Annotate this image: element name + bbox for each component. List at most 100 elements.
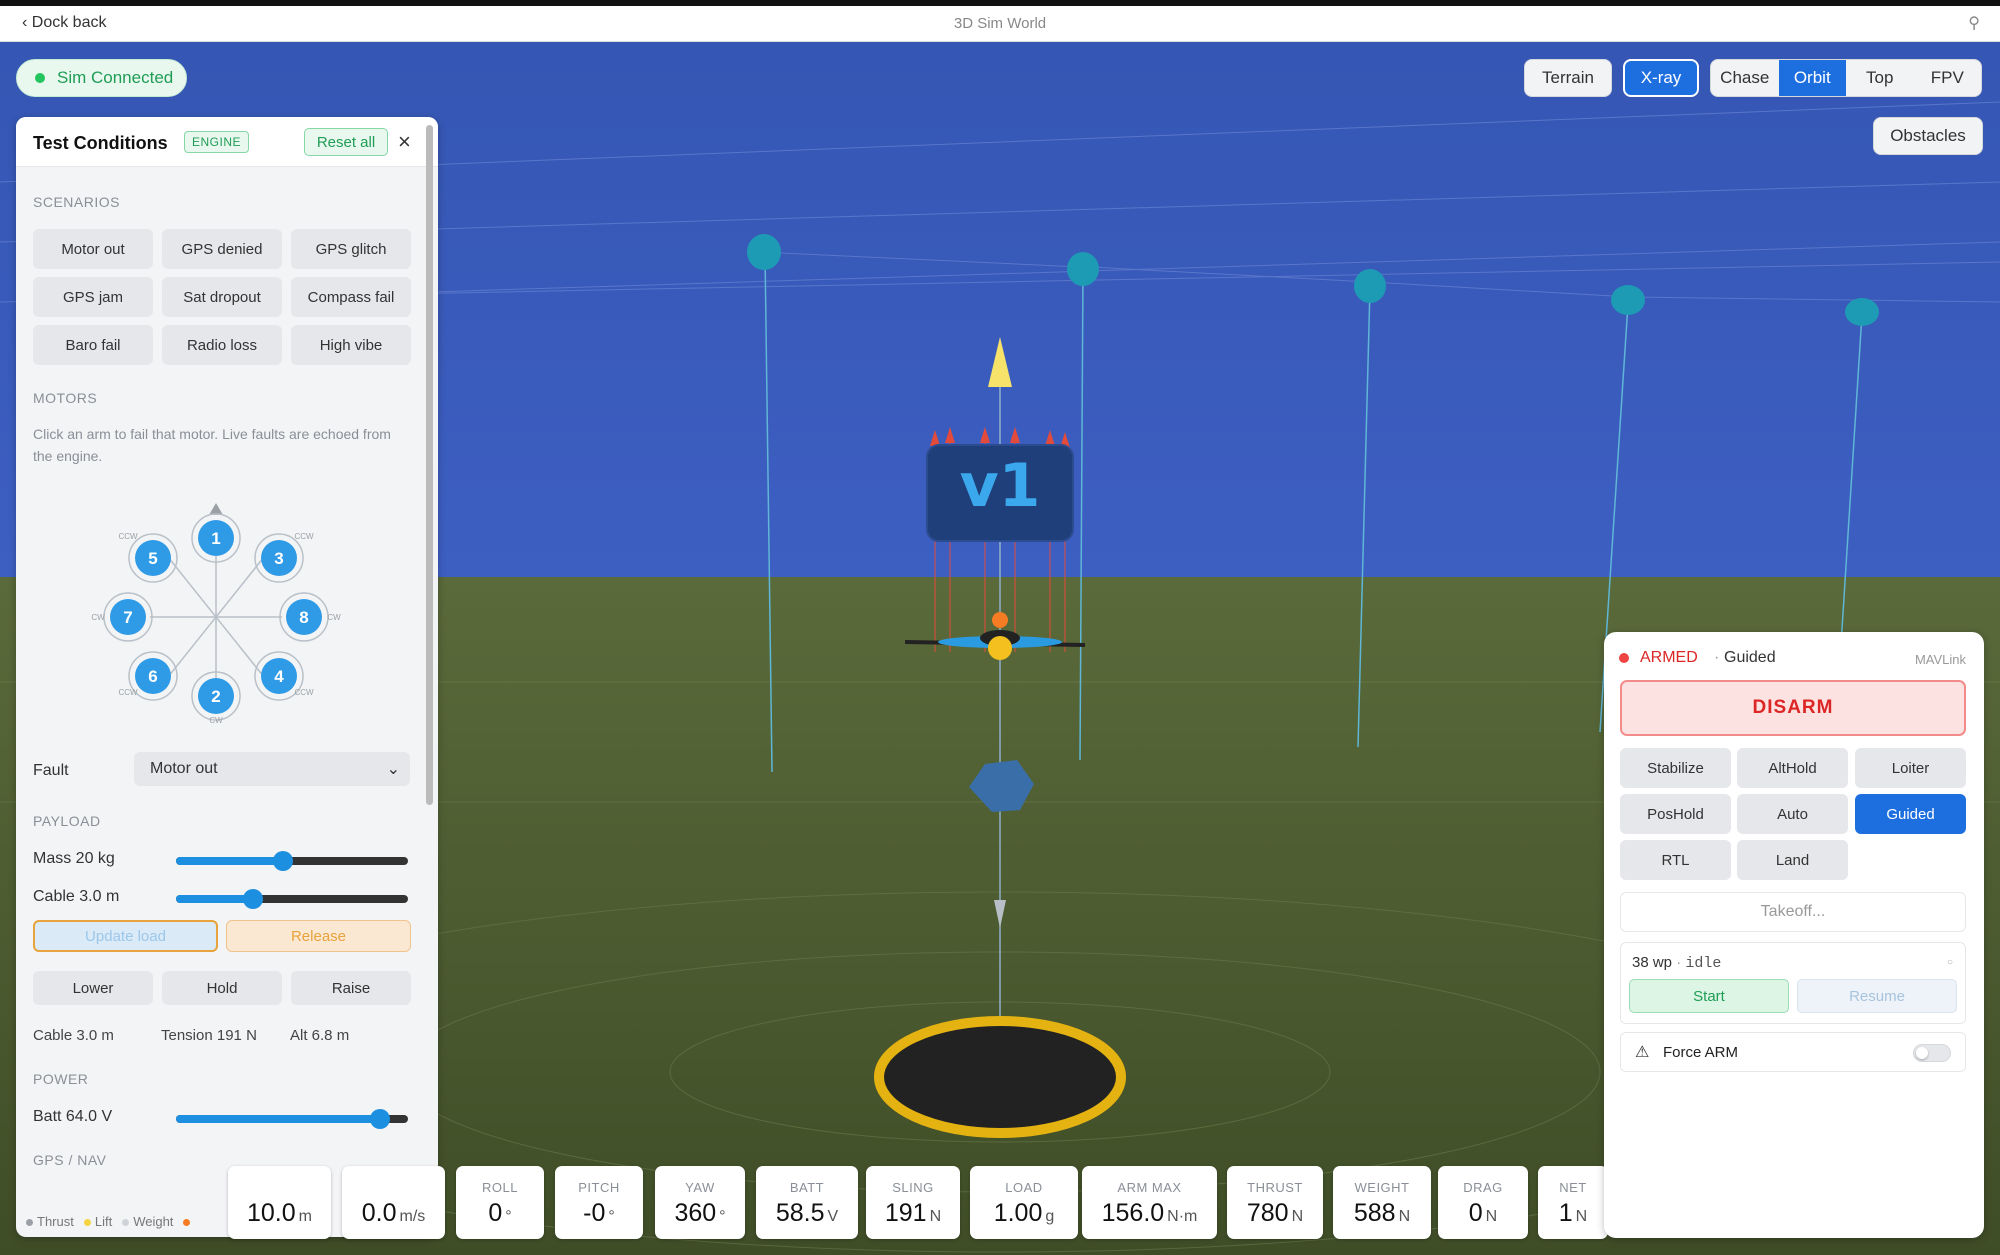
telemetry-value-row: 191 N	[866, 1199, 960, 1228]
motor-8[interactable]: 8 CW	[279, 592, 341, 642]
telemetry-unit: N	[1575, 1208, 1588, 1225]
current-mode: Guided	[1724, 649, 1776, 666]
camera-orbit[interactable]: Orbit	[1778, 60, 1846, 96]
telemetry-card-weight: WEIGHT 588 N	[1333, 1166, 1431, 1239]
obstacles-toggle[interactable]: Obstacles	[1873, 117, 1983, 155]
telemetry-value: 0.0	[361, 1199, 397, 1227]
motor-4[interactable]: 4 CCW	[254, 651, 314, 701]
telemetry-value: 0	[488, 1199, 503, 1227]
telemetry-value-row: 1N	[1538, 1199, 1608, 1228]
motor-7[interactable]: 7 CW	[91, 592, 153, 642]
motor-3[interactable]: 3 CCW	[254, 532, 314, 583]
mode-poshold[interactable]: PosHold	[1620, 794, 1731, 834]
cable-slider-thumb[interactable]	[242, 889, 263, 909]
xray-toggle[interactable]: X-ray	[1623, 59, 1699, 97]
cable-slider-fill	[176, 895, 253, 903]
telemetry-unit: N	[1398, 1208, 1411, 1225]
telemetry-value: 588	[1353, 1199, 1396, 1227]
lower-button[interactable]: Lower	[33, 971, 153, 1005]
force-arm-toggle[interactable]	[1913, 1044, 1951, 1062]
fault-select[interactable]: Motor out ⌄	[134, 752, 410, 786]
toggle-knob	[1916, 1047, 1928, 1059]
armed-status: ARMED	[1640, 649, 1698, 666]
motor-2[interactable]: 2 CW	[191, 671, 241, 725]
mode-loiter[interactable]: Loiter	[1855, 748, 1966, 788]
telemetry-unit: g	[1045, 1208, 1055, 1225]
mode-rtl[interactable]: RTL	[1620, 840, 1731, 880]
telemetry-value: 10.0	[247, 1199, 296, 1227]
telemetry-value: 156.0	[1101, 1199, 1165, 1227]
reset-all-button[interactable]: Reset all	[304, 128, 388, 156]
scenario-gps-jam[interactable]: GPS jam	[33, 277, 153, 317]
telemetry-card-arm-max: ARM MAX 156.0 N·m	[1082, 1166, 1217, 1239]
mode-auto[interactable]: Auto	[1737, 794, 1848, 834]
batt-slider-thumb[interactable]	[370, 1109, 391, 1129]
legend-lift: Lift	[83, 1214, 112, 1229]
telemetry-unit: N	[1485, 1208, 1498, 1225]
telemetry-value-row: 780 N	[1227, 1199, 1323, 1228]
telemetry-card-drag: DRAG 0 N	[1438, 1166, 1528, 1239]
pin-icon[interactable]: ⚲	[1968, 13, 1980, 33]
force-legend: Thrust Lift Weight	[26, 1214, 194, 1229]
telemetry-label: ROLL	[482, 1180, 518, 1195]
mass-slider-thumb[interactable]	[272, 851, 293, 871]
telemetry-value-row: 10.0 m	[228, 1199, 331, 1228]
disarm-button[interactable]: DISARM	[1620, 680, 1966, 736]
motor-6[interactable]: 6 CCW	[118, 651, 178, 701]
panel-title: Test Conditions	[33, 133, 168, 153]
forward-arrow-icon	[209, 503, 223, 515]
cable-slider[interactable]	[176, 889, 408, 909]
scenario-high-vibe[interactable]: High vibe	[291, 325, 411, 365]
motor-1[interactable]: 1	[191, 513, 241, 563]
motor-direction: CW	[327, 613, 341, 622]
mode-guided[interactable]: Guided	[1855, 794, 1966, 834]
scenario-motor-out[interactable]: Motor out	[33, 229, 153, 269]
telemetry-value: 1	[1558, 1199, 1573, 1227]
mission-resume-button[interactable]: Resume	[1797, 979, 1957, 1013]
update-load-button[interactable]: Update load	[33, 920, 218, 952]
batt-label: Batt 64.0 V	[33, 1108, 113, 1125]
motor-direction: CW	[91, 613, 105, 622]
takeoff-button[interactable]: Takeoff...	[1620, 892, 1966, 932]
motor-number: 5	[148, 549, 157, 568]
camera-chase[interactable]: Chase	[1711, 60, 1779, 96]
mass-slider[interactable]	[176, 851, 408, 871]
mission-box: 38 wp · idle ○ Start Resume	[1620, 942, 1966, 1024]
scenario-gps-glitch[interactable]: GPS glitch	[291, 229, 411, 269]
scenario-radio-loss[interactable]: Radio loss	[162, 325, 282, 365]
landing-pad	[874, 1016, 1126, 1138]
raise-button[interactable]: Raise	[291, 971, 411, 1005]
terrain-toggle[interactable]: Terrain	[1524, 59, 1612, 97]
mission-start-button[interactable]: Start	[1629, 979, 1789, 1013]
telemetry-card-pitch: PITCH -0 °	[555, 1166, 643, 1239]
motor-number: 7	[123, 608, 132, 627]
panel-scrollbar[interactable]	[426, 125, 433, 805]
batt-slider[interactable]	[176, 1109, 408, 1129]
mode-althold[interactable]: AltHold	[1737, 748, 1848, 788]
motor-number: 4	[274, 667, 284, 686]
motor-5[interactable]: 5 CCW	[118, 532, 178, 583]
telemetry-card-batt: BATT 58.5 V	[756, 1166, 858, 1239]
scenario-baro-fail[interactable]: Baro fail	[33, 325, 153, 365]
release-button[interactable]: Release	[226, 920, 411, 952]
motors-heading: MOTORS	[33, 390, 98, 406]
hold-button[interactable]: Hold	[162, 971, 282, 1005]
camera-mode-group: Chase Orbit Top FPV	[1710, 59, 1982, 97]
scenario-compass-fail[interactable]: Compass fail	[291, 277, 411, 317]
telemetry-value: 58.5	[775, 1199, 825, 1227]
force-arm-label: Force ARM	[1663, 1044, 1739, 1061]
telemetry-unit: N	[1291, 1208, 1304, 1225]
close-icon[interactable]: ×	[398, 129, 411, 155]
batt-slider-fill	[176, 1115, 381, 1123]
telemetry-unit: N	[929, 1208, 942, 1225]
scenario-gps-denied[interactable]: GPS denied	[162, 229, 282, 269]
mode-land[interactable]: Land	[1737, 840, 1848, 880]
camera-top[interactable]: Top	[1846, 60, 1914, 96]
mission-indicator-icon: ○	[1946, 957, 1953, 968]
gps-nav-heading: GPS / NAV	[33, 1152, 107, 1168]
status-separator: ·	[1714, 649, 1720, 666]
telemetry-label: BATT	[789, 1180, 825, 1195]
camera-fpv[interactable]: FPV	[1914, 60, 1982, 96]
mode-stabilize[interactable]: Stabilize	[1620, 748, 1731, 788]
scenario-sat-dropout[interactable]: Sat dropout	[162, 277, 282, 317]
